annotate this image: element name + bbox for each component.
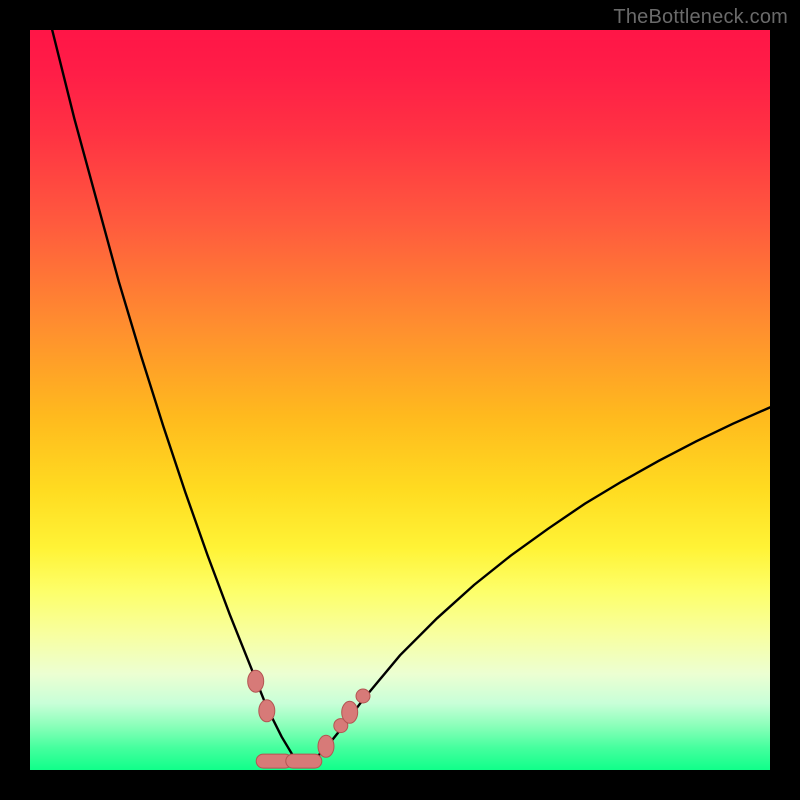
highlight-markers xyxy=(248,670,370,768)
marker-dot xyxy=(342,701,358,723)
watermark-text: TheBottleneck.com xyxy=(613,6,788,29)
outer-frame: TheBottleneck.com xyxy=(0,0,800,800)
marker-dot xyxy=(248,670,264,692)
bottleneck-curve xyxy=(30,30,770,763)
marker-capsule xyxy=(286,754,322,768)
marker-dot xyxy=(356,689,370,703)
plot-area xyxy=(30,30,770,770)
marker-dot xyxy=(259,700,275,722)
chart-svg xyxy=(30,30,770,770)
marker-dot xyxy=(318,735,334,757)
